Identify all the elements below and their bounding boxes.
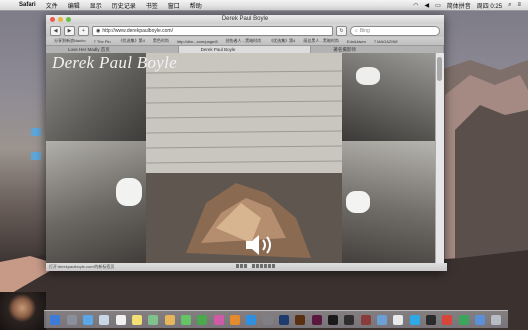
launchpad-icon[interactable]	[66, 314, 77, 325]
illustrator-icon[interactable]	[295, 314, 306, 325]
bookmark-item[interactable]: Edn&kiwm	[343, 39, 370, 44]
paper-image	[346, 191, 370, 213]
input-method[interactable]: 简体拼音	[444, 1, 474, 10]
terminal-icon[interactable]	[328, 314, 339, 325]
notification-icon[interactable]: ≡	[514, 2, 524, 8]
menubar-clock[interactable]: 周四 0:25	[474, 1, 505, 10]
search-placeholder: Bing	[359, 27, 370, 34]
bookmarks-bar: 分享到新浪Nacho 7 The Pin 《优选集》第4 黑色时尚 http:/…	[46, 37, 444, 46]
spotlight-icon[interactable]: ⌕	[505, 2, 514, 9]
skype-icon[interactable]	[409, 314, 420, 325]
ibooks-icon[interactable]	[229, 314, 240, 325]
menu-history[interactable]: 历史记录	[107, 1, 141, 10]
status-bar: 打开'derekpaulboyle.com'的新标签页	[46, 263, 447, 271]
notes-icon[interactable]	[131, 314, 142, 325]
page-content: Derek Paul Boyle	[46, 53, 436, 263]
gallery-pager[interactable]	[236, 264, 275, 268]
menubar: Safari 文件 编辑 显示 历史记录 书签 窗口 帮助 ◠ ◀ ▭ 简体拼音…	[0, 0, 528, 11]
bookmark-item[interactable]: 7 The Pin	[90, 39, 115, 44]
search-icon: ⌕	[355, 27, 358, 34]
gallery-photo[interactable]	[342, 53, 436, 141]
bookmark-item[interactable]: 分享到新浪Nacho	[50, 38, 90, 44]
bookmark-item[interactable]: 黑色时尚	[149, 38, 173, 44]
bookmark-item[interactable]: 《优选集》第4	[265, 38, 299, 44]
window-titlebar[interactable]: Derek Paul Boyle	[46, 15, 444, 24]
bookmark-item[interactable]: 创伤者人 - 黑暗时尚	[222, 38, 266, 44]
dictionary-icon[interactable]	[360, 314, 371, 325]
facetime-icon[interactable]	[197, 314, 208, 325]
textedit-icon[interactable]	[393, 314, 404, 325]
battery-icon[interactable]: ▭	[432, 2, 444, 9]
messages-icon[interactable]	[180, 314, 191, 325]
app-store-icon[interactable]	[246, 314, 257, 325]
menu-file[interactable]: 文件	[41, 1, 63, 10]
calendar-icon[interactable]	[115, 314, 126, 325]
photos-icon[interactable]	[164, 314, 175, 325]
folder-icon[interactable]	[475, 314, 486, 325]
paper-image	[356, 67, 380, 85]
webcam-overlay	[0, 292, 46, 330]
site-title[interactable]: Derek Paul Boyle	[52, 53, 177, 73]
reload-button[interactable]: ↻	[336, 25, 347, 36]
system-prefs-icon[interactable]	[262, 314, 273, 325]
activity-monitor-icon[interactable]	[344, 314, 355, 325]
wifi-icon[interactable]: ◠	[410, 2, 421, 9]
search-field[interactable]: ⌕ Bing	[350, 25, 440, 36]
speaker-icon[interactable]	[244, 233, 278, 257]
minimize-button[interactable]	[58, 17, 63, 22]
safari-icon[interactable]	[82, 314, 93, 325]
dock	[44, 310, 508, 328]
bookmark-item[interactable]: 丽丝黑人 - 黑暗时尚	[299, 38, 343, 44]
featured-photo-image	[145, 53, 343, 263]
address-text: http://www.derekpaulboyle.com/	[102, 27, 173, 34]
menu-window[interactable]: 窗口	[163, 1, 185, 10]
menu-view[interactable]: 显示	[85, 1, 107, 10]
featured-photo[interactable]	[145, 53, 343, 263]
menu-help[interactable]: 帮助	[185, 1, 207, 10]
desktop-icon-2[interactable]	[24, 152, 48, 161]
volume-icon[interactable]: ◀	[421, 2, 432, 9]
finder-icon[interactable]	[50, 314, 61, 325]
back-button[interactable]: ◀	[50, 25, 61, 36]
drive-icon	[31, 128, 41, 136]
bookmark-item[interactable]: 7 MAGAZINE	[370, 39, 402, 44]
mail-icon[interactable]	[99, 314, 110, 325]
zoom-button[interactable]	[66, 17, 71, 22]
bookmark-item[interactable]: http://dim...com/page/8	[173, 39, 222, 44]
weibo-icon[interactable]	[442, 314, 453, 325]
toolbar: ◀ ▶ + ◉ http://www.derekpaulboyle.com/ ↻…	[46, 24, 444, 37]
address-bar[interactable]: ◉ http://www.derekpaulboyle.com/	[92, 25, 333, 36]
menu-edit[interactable]: 编辑	[63, 1, 85, 10]
desktop-icon-1[interactable]	[24, 128, 48, 137]
add-bookmark-button[interactable]: +	[78, 25, 89, 36]
qq-music-icon[interactable]	[458, 314, 469, 325]
bookmark-item[interactable]: 《优选集》第4	[115, 38, 149, 44]
menu-bookmarks[interactable]: 书签	[141, 1, 163, 10]
menu-app-name[interactable]: Safari	[14, 2, 41, 8]
paper-image	[116, 178, 142, 206]
photoshop-icon[interactable]	[278, 314, 289, 325]
close-button[interactable]	[50, 17, 55, 22]
qq-icon[interactable]	[426, 314, 437, 325]
preview-icon[interactable]	[377, 314, 388, 325]
safari-window: Derek Paul Boyle ◀ ▶ + ◉ http://www.dere…	[46, 15, 447, 271]
forward-button[interactable]: ▶	[64, 25, 75, 36]
trash-icon[interactable]	[491, 314, 502, 325]
window-title: Derek Paul Boyle	[221, 16, 269, 22]
maps-icon[interactable]	[148, 314, 159, 325]
vertical-scrollbar[interactable]	[435, 53, 444, 263]
indesign-icon[interactable]	[311, 314, 322, 325]
globe-icon: ◉	[96, 27, 101, 34]
itunes-icon[interactable]	[213, 314, 224, 325]
folder-icon	[31, 152, 41, 160]
status-text: 打开'derekpaulboyle.com'的新标签页	[49, 264, 115, 269]
